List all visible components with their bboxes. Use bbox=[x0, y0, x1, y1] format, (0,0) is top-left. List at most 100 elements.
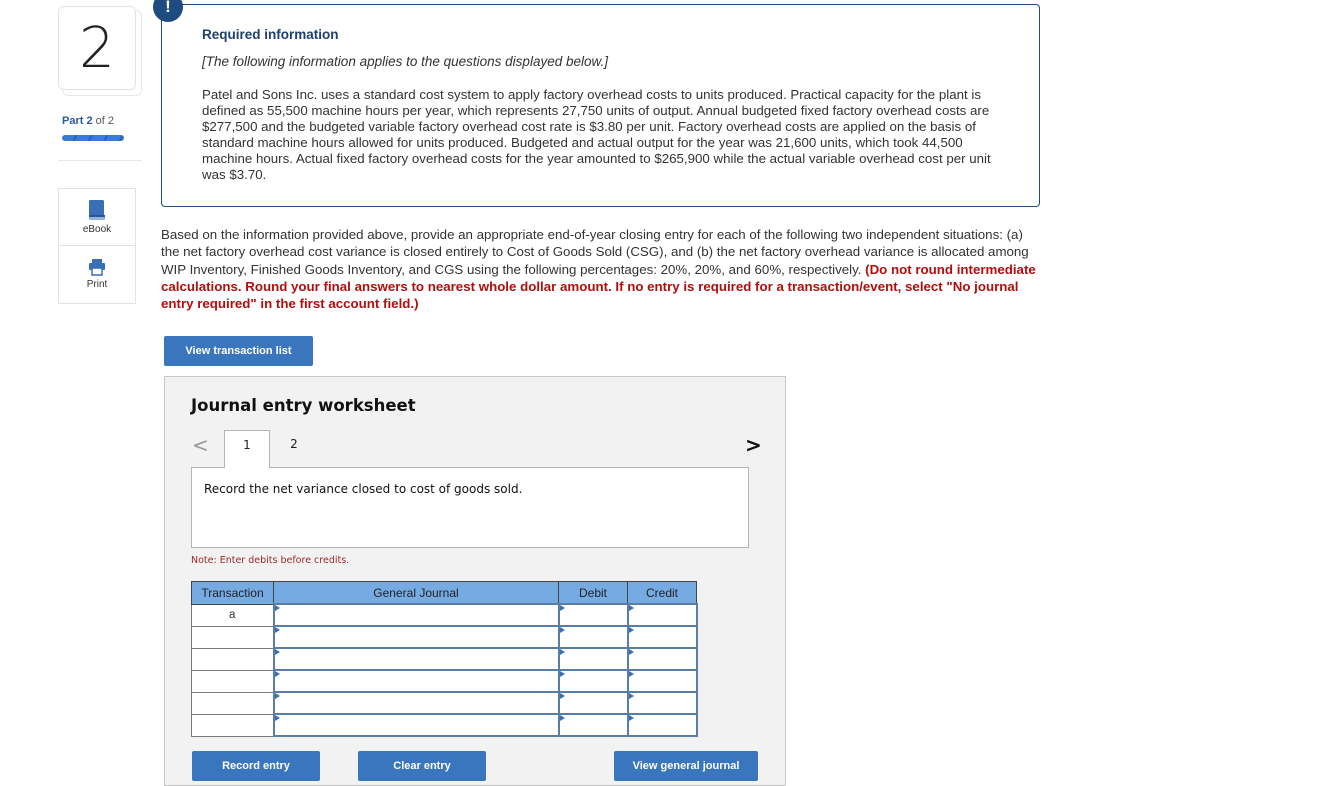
dropdown-marker-icon bbox=[559, 671, 565, 677]
part-progress-bar bbox=[62, 135, 124, 141]
account-cell bbox=[272, 625, 560, 649]
dropdown-marker-icon bbox=[628, 715, 634, 721]
dropdown-marker-icon bbox=[274, 693, 280, 699]
account-input[interactable] bbox=[274, 693, 558, 713]
view-transaction-list-button[interactable]: View transaction list bbox=[164, 336, 313, 366]
tab-1[interactable]: 1 bbox=[224, 430, 270, 468]
credit-input[interactable] bbox=[628, 605, 696, 625]
ebook-button[interactable]: eBook bbox=[59, 189, 135, 245]
account-cell bbox=[272, 669, 560, 693]
ebook-label: eBook bbox=[82, 224, 112, 235]
entry-description: Record the net variance closed to cost o… bbox=[191, 467, 749, 548]
debit-input[interactable] bbox=[559, 671, 627, 691]
dropdown-marker-icon bbox=[559, 627, 565, 633]
debit-cell bbox=[557, 625, 629, 649]
credit-input[interactable] bbox=[628, 715, 696, 735]
dropdown-marker-icon bbox=[274, 671, 280, 677]
credit-input[interactable] bbox=[628, 627, 696, 647]
chevron-left-icon[interactable]: < bbox=[192, 433, 209, 457]
journal-table: Transaction General Journal Debit Credit… bbox=[191, 581, 698, 737]
dropdown-marker-icon bbox=[559, 605, 565, 611]
col-transaction: Transaction bbox=[191, 581, 274, 605]
col-debit: Debit bbox=[558, 581, 628, 605]
worksheet-title: Journal entry worksheet bbox=[191, 396, 416, 415]
col-credit: Credit bbox=[627, 581, 697, 605]
tools-panel: eBook Print bbox=[58, 188, 136, 304]
dropdown-marker-icon bbox=[628, 649, 634, 655]
transaction-cell bbox=[191, 713, 274, 737]
credit-cell bbox=[626, 603, 698, 627]
dropdown-marker-icon bbox=[628, 671, 634, 677]
part-suffix: of 2 bbox=[95, 115, 115, 127]
credit-input[interactable] bbox=[628, 649, 696, 669]
info-title: Required information bbox=[202, 27, 339, 42]
account-cell bbox=[272, 691, 560, 715]
account-input[interactable] bbox=[274, 671, 558, 691]
credit-cell bbox=[626, 625, 698, 649]
question-text: Based on the information provided above,… bbox=[161, 226, 1041, 312]
credit-input[interactable] bbox=[628, 671, 696, 691]
rail-divider bbox=[58, 160, 142, 161]
account-cell bbox=[272, 713, 560, 737]
transaction-cell bbox=[191, 669, 274, 693]
dropdown-marker-icon bbox=[628, 627, 634, 633]
account-cell bbox=[272, 647, 560, 671]
question-number-card: 2 bbox=[58, 6, 142, 96]
account-input[interactable] bbox=[274, 715, 558, 735]
journal-row bbox=[191, 625, 698, 649]
journal-row bbox=[191, 691, 698, 715]
print-button[interactable]: Print bbox=[59, 245, 135, 302]
entry-note: Note: Enter debits before credits. bbox=[191, 555, 350, 566]
debit-input[interactable] bbox=[559, 693, 627, 713]
credit-input[interactable] bbox=[628, 693, 696, 713]
debit-cell bbox=[557, 669, 629, 693]
debit-cell bbox=[557, 691, 629, 715]
debit-input[interactable] bbox=[559, 715, 627, 735]
dropdown-marker-icon bbox=[274, 627, 280, 633]
journal-header-row: Transaction General Journal Debit Credit bbox=[191, 581, 697, 605]
required-information-box: Required information [The following info… bbox=[161, 4, 1040, 207]
debit-input[interactable] bbox=[559, 649, 627, 669]
info-body: Patel and Sons Inc. uses a standard cost… bbox=[202, 87, 991, 182]
account-input[interactable] bbox=[274, 649, 558, 669]
info-subtitle: [The following information applies to th… bbox=[202, 54, 608, 69]
print-label: Print bbox=[86, 279, 108, 290]
transaction-cell bbox=[191, 647, 274, 671]
printer-icon bbox=[89, 259, 105, 276]
dropdown-marker-icon bbox=[628, 693, 634, 699]
dropdown-marker-icon bbox=[274, 605, 280, 611]
dropdown-marker-icon bbox=[274, 715, 280, 721]
journal-row: a bbox=[191, 603, 698, 627]
dropdown-marker-icon bbox=[628, 605, 634, 611]
col-general-journal: General Journal bbox=[273, 581, 559, 605]
journal-row bbox=[191, 713, 698, 737]
dropdown-marker-icon bbox=[559, 649, 565, 655]
question-number: 2 bbox=[58, 6, 136, 90]
credit-cell bbox=[626, 647, 698, 671]
debit-cell bbox=[557, 603, 629, 627]
journal-row bbox=[191, 647, 698, 671]
journal-entry-worksheet: Journal entry worksheet < 1 2 > Record t… bbox=[164, 376, 786, 786]
debit-cell bbox=[557, 647, 629, 671]
credit-cell bbox=[626, 691, 698, 715]
transaction-cell: a bbox=[191, 603, 274, 627]
debit-cell bbox=[557, 713, 629, 737]
chevron-right-icon[interactable]: > bbox=[745, 433, 762, 457]
debit-input[interactable] bbox=[559, 605, 627, 625]
dropdown-marker-icon bbox=[559, 715, 565, 721]
part-indicator: Part 2 of 2 bbox=[62, 115, 114, 127]
transaction-cell bbox=[191, 691, 274, 715]
debit-input[interactable] bbox=[559, 627, 627, 647]
account-input[interactable] bbox=[274, 627, 558, 647]
account-input[interactable] bbox=[274, 605, 558, 625]
account-cell bbox=[272, 603, 560, 627]
dropdown-marker-icon bbox=[559, 693, 565, 699]
tab-2[interactable]: 2 bbox=[271, 430, 317, 468]
transaction-cell bbox=[191, 625, 274, 649]
credit-cell bbox=[626, 669, 698, 693]
book-icon bbox=[89, 200, 105, 220]
credit-cell bbox=[626, 713, 698, 737]
journal-row bbox=[191, 669, 698, 693]
part-prefix: Part 2 bbox=[62, 115, 93, 127]
dropdown-marker-icon bbox=[274, 649, 280, 655]
